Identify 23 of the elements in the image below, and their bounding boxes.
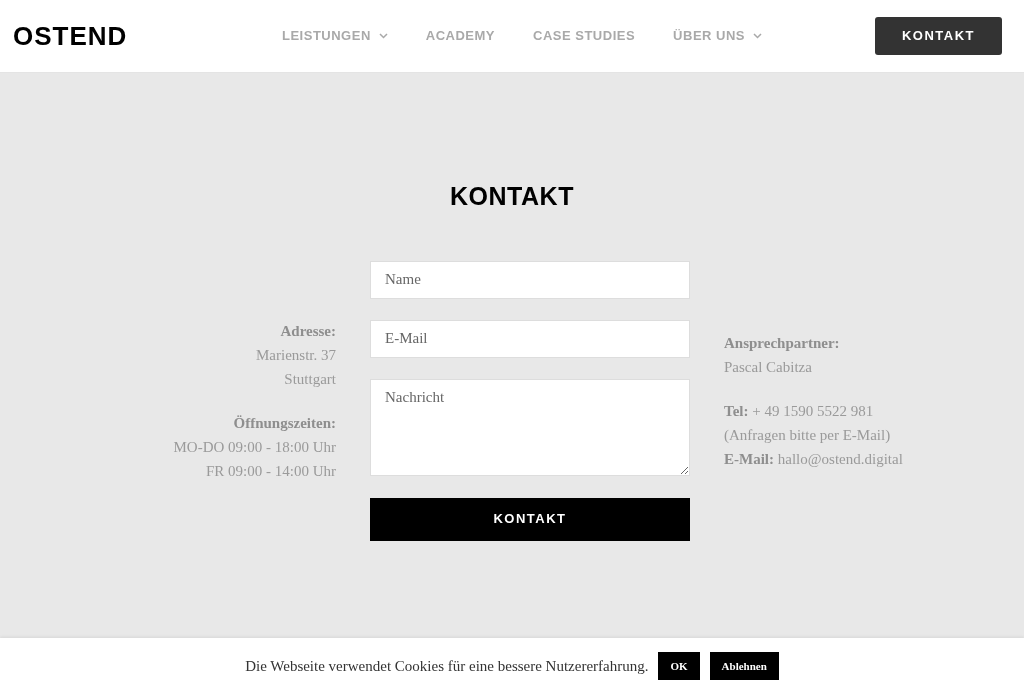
info-text: Tel: + 49 1590 5522 981 (724, 401, 874, 421)
cookie-button[interactable]: Ablehnen (709, 652, 779, 680)
text-field[interactable]: Name (370, 260, 690, 299)
info-text: Stuttgart (284, 369, 336, 389)
info-text: Marienstr. 37 (256, 345, 336, 365)
info-heading: Adresse: (280, 321, 336, 341)
page-title: KONTAKT (450, 181, 574, 212)
logo[interactable]: OSTEND (13, 16, 273, 56)
info-text: E-Mail: hallo@ostend.digital (724, 449, 903, 469)
info-heading: Ansprechpartner: (724, 333, 840, 353)
text-field[interactable]: E-Mail (370, 319, 690, 358)
info-text: Pascal Cabitza (724, 357, 812, 377)
cookie-button[interactable]: OK (658, 652, 700, 680)
info-heading: Öffnungszeiten: (233, 413, 336, 433)
message-field[interactable]: Nachricht (370, 378, 690, 476)
chevron-down-icon (753, 33, 762, 39)
submit-button[interactable]: KONTAKT (370, 497, 690, 541)
info-text: FR 09:00 - 14:00 Uhr (206, 461, 336, 481)
contact-button[interactable]: KONTAKT (875, 17, 1002, 55)
info-text: MO-DO 09:00 - 18:00 Uhr (173, 437, 336, 457)
info-text: (Anfragen bitte per E-Mail) (724, 425, 891, 445)
chevron-down-icon (378, 33, 388, 39)
cookie-message: Die Webseite verwendet Cookies für eine bessere Nutzererfahrung. (245, 656, 649, 676)
